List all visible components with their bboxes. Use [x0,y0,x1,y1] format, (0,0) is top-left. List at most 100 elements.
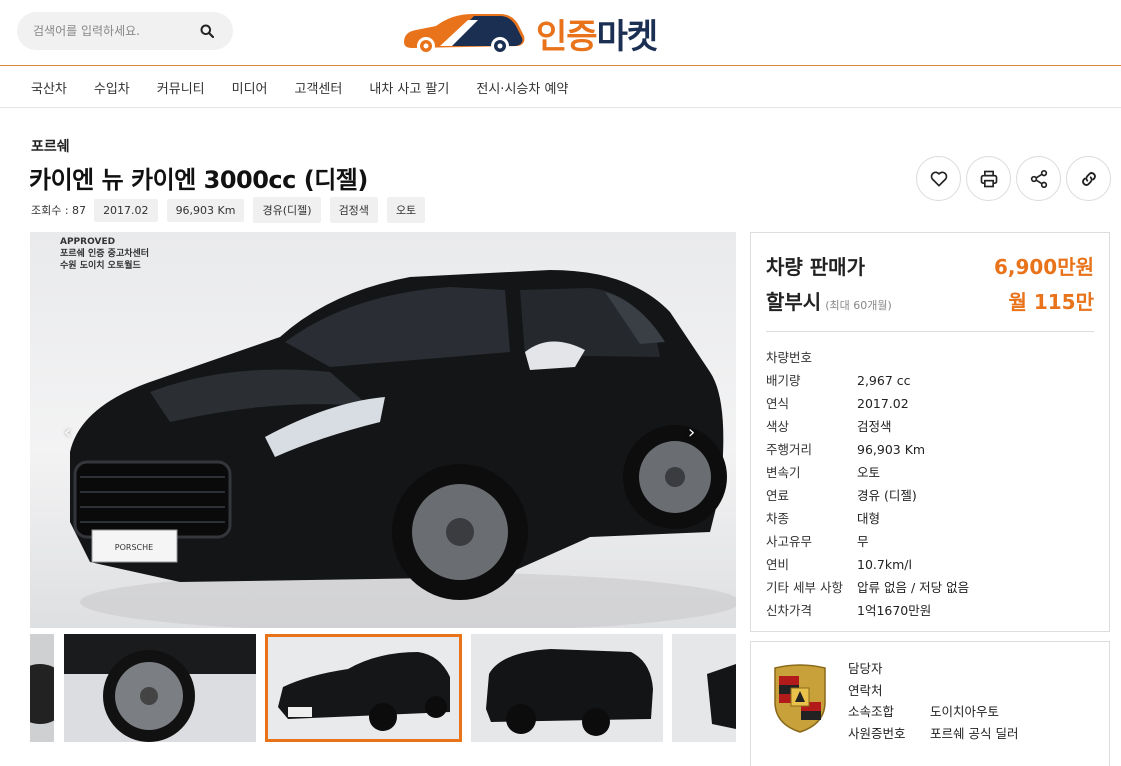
car-brand: 포르쉐 [31,139,70,155]
tag-mileage: 96,903 Km [166,198,245,222]
dealer-row: 연락처 [848,680,1018,702]
nav-buy-sell[interactable]: 내차 사고 팔기 [369,78,449,97]
main-nav: 국산차 수입차 커뮤니티 미디어 고객센터 내차 사고 팔기 전시·시승차 예약 [0,67,1121,108]
tag-year: 2017.02 [94,198,158,222]
spec-list: 차량번호 배기량 2,967 cc 연식 2017.02 색상 검정색 주행거리 96,… [766,346,1094,622]
nav-imported-cars[interactable]: 수입차 [94,78,130,97]
spec-value: 1억1670만원 [857,603,932,618]
spec-row: 색상 검정색 [766,415,1094,438]
search-box [17,12,233,50]
installment-value: 월 115만 [1008,290,1094,314]
dealer-panel: 담당자 연락처 소속조합 도이치아우토 사원증번호 포르쉐 공식 딜러 [750,641,1110,766]
spec-key: 색상 [766,419,790,434]
car-illustration: PORSCHE [70,270,736,628]
thumbnail-strip [30,634,736,742]
nav-domestic-cars[interactable]: 국산차 [31,78,67,97]
share-button[interactable] [1016,156,1061,201]
spec-key: 배기량 [766,373,801,388]
spec-row: 신차가격 1억1670만원 [766,599,1094,622]
spec-row: 기타 세부 사항 압류 없음 / 저당 없음 [766,576,1094,599]
nav-customer-center[interactable]: 고객센터 [295,78,343,97]
spec-value: 2,967 cc [857,373,911,388]
spec-value: 오토 [857,465,881,480]
dealer-key: 연락처 [848,682,883,698]
action-buttons [916,156,1116,201]
installment-label-text: 할부시 [766,290,822,314]
copy-link-button[interactable] [1066,156,1111,201]
logo-text: 인증마켓 [536,9,659,58]
spec-key: 신차가격 [766,603,813,618]
sale-price-row: 차량 판매가 6,900만원 [766,251,1094,280]
nav-test-drive[interactable]: 전시·시승차 예약 [476,78,568,97]
dealer-row: 사원증번호 포르쉐 공식 딜러 [848,723,1018,745]
nav-media[interactable]: 미디어 [232,78,268,97]
tag-color: 검정색 [329,197,378,223]
thumbnail[interactable] [672,634,736,742]
favorite-button[interactable] [916,156,961,201]
spec-value: 검정색 [857,419,892,434]
spec-key: 주행거리 [766,442,813,457]
spec-value: 10.7km/l [857,557,912,572]
tag-fuel: 경유(디젤) [253,197,321,223]
thumbnail[interactable] [30,634,54,742]
car-logo-icon [404,14,525,55]
logo-text-part1: 인증 [536,16,598,57]
thumbnail-active[interactable] [265,634,462,742]
logo-text-part2: 마켓 [596,16,659,57]
dealer-key: 소속조합 [848,704,895,719]
site-logo[interactable]: 인증마켓 [400,6,659,60]
dealer-row: 담당자 [848,658,1018,680]
license-plate-text: PORSCHE [115,543,153,552]
spec-key: 연비 [766,557,790,572]
spec-row: 배기량 2,967 cc [766,369,1094,392]
spec-key: 사고유무 [766,534,813,549]
spec-value: 경유 (디젤) [857,488,917,503]
printer-icon [980,170,997,187]
installment-label: 할부시 (최대 60개월) [766,286,892,315]
dealer-value: 포르쉐 공식 딜러 [930,725,1019,741]
price-panel: 차량 판매가 6,900만원 할부시 (최대 60개월) 월 115만 차량번호 … [750,232,1110,632]
view-count: 조회수 : 87 [31,204,87,217]
car-title: 카이엔 뉴 카이엔 3000cc (디젤) [29,166,368,194]
tag-transmission: 오토 [386,197,426,223]
search-icon[interactable] [197,21,217,41]
dealer-key: 사원증번호 [848,725,906,741]
installment-row: 할부시 (최대 60개월) 월 115만 [766,286,1094,315]
spec-row: 차량번호 [766,346,1094,369]
spec-value: 무 [857,534,869,549]
spec-key: 변속기 [766,465,801,480]
site-header: 인증마켓 [0,0,1121,66]
dealer-info: 담당자 연락처 소속조합 도이치아우토 사원증번호 포르쉐 공식 딜러 [848,658,1018,744]
dealer-row: 소속조합 도이치아우토 [848,701,1018,723]
nav-community[interactable]: 커뮤니티 [157,78,205,97]
spec-row: 변속기 오토 [766,461,1094,484]
spec-key: 기타 세부 사항 [766,580,843,595]
spec-value: 압류 없음 / 저당 없음 [857,580,970,595]
heart-icon [930,171,947,186]
thumbnail[interactable] [471,634,663,742]
link-icon [1081,171,1096,186]
prev-photo-arrow[interactable]: ‹ [64,422,71,443]
spec-key: 연식 [766,396,790,411]
listing-meta: 조회수 : 87 2017.02 96,903 Km 경유(디젤) 검정색 오토 [31,197,434,223]
dealer-key: 담당자 [848,661,883,676]
spec-value: 2017.02 [857,396,909,411]
spec-row: 주행거리 96,903 Km [766,438,1094,461]
spec-row: 연료 경유 (디젤) [766,484,1094,507]
spec-key: 연료 [766,488,790,503]
sale-price-value: 6,900만원 [993,255,1094,279]
spec-key: 차량번호 [766,350,813,365]
spec-value: 대형 [857,511,881,526]
search-input[interactable] [33,24,197,38]
share-icon [1030,169,1047,188]
main-car-photo[interactable]: APPROVED 포르쉐 인증 중고차센터 수원 도이치 오토월드 PORSCH… [30,232,736,628]
spec-row: 차종 대형 [766,507,1094,530]
divider [766,331,1094,332]
print-button[interactable] [966,156,1011,201]
next-photo-arrow[interactable]: › [688,422,695,443]
porsche-crest-icon [774,664,826,733]
installment-sub: (최대 60개월) [825,299,892,312]
spec-value: 96,903 Km [857,442,926,457]
thumbnail[interactable] [64,634,256,742]
spec-row: 사고유무 무 [766,530,1094,553]
